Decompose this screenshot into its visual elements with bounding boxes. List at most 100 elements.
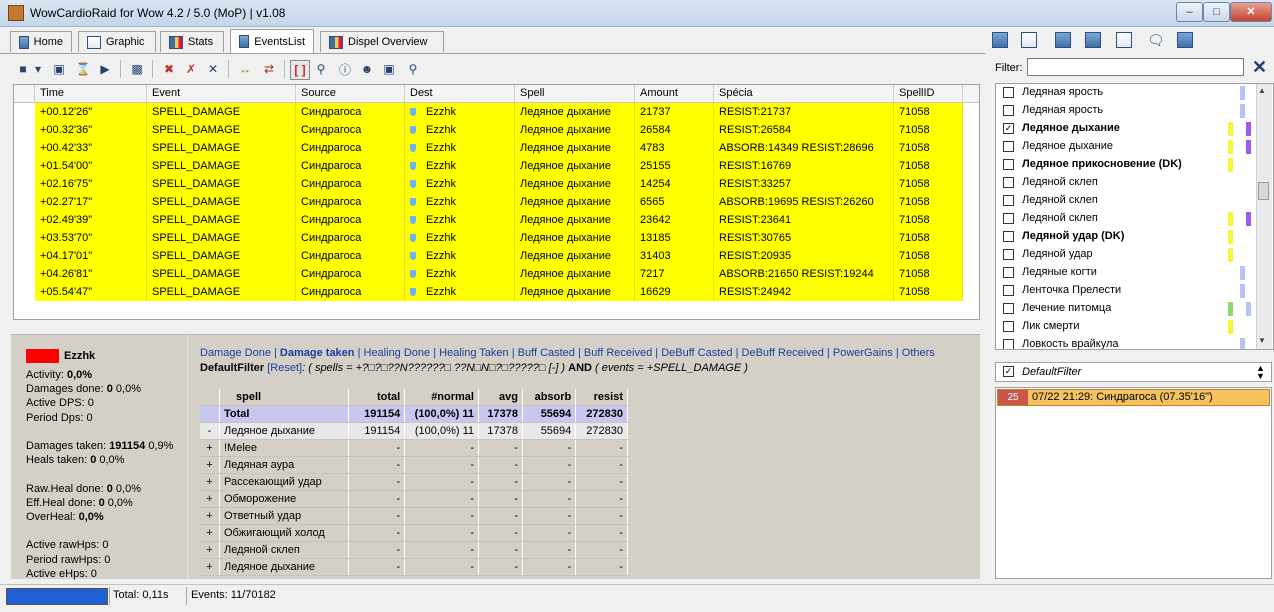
- column-header-normal[interactable]: #normal: [404, 389, 479, 406]
- brackets-icon[interactable]: [ ]: [290, 60, 310, 80]
- spell-checkbox[interactable]: [1003, 87, 1014, 98]
- link-buff-received[interactable]: Buff Received: [584, 347, 652, 359]
- expand-toggle[interactable]: +: [200, 541, 220, 559]
- table-row[interactable]: +02.27'17" SPELL_DAMAGE Синдрагоса Ezzhk Лед…: [14, 193, 979, 211]
- table-row[interactable]: +02.49'39" SPELL_DAMAGE Синдрагоса Ezzhk Лед…: [14, 211, 979, 229]
- expand-toggle[interactable]: +: [200, 558, 220, 576]
- table-row[interactable]: +04.17'01" SPELL_DAMAGE Синдрагоса Ezzhk Лед…: [14, 247, 979, 265]
- table-row[interactable]: +04.26'81" SPELL_DAMAGE Синдрагоса Ezzhk Лед…: [14, 265, 979, 283]
- column-header-dest[interactable]: Dest: [405, 85, 515, 102]
- list-view-icon[interactable]: [1055, 32, 1071, 48]
- spell-list-scrollbar[interactable]: [1256, 84, 1272, 349]
- spinner-icon[interactable]: ▲ ▼: [1256, 364, 1265, 381]
- spell-list-item[interactable]: Ледяной склеп: [996, 174, 1256, 192]
- column-header-event[interactable]: Event: [147, 85, 296, 102]
- link-damage-taken[interactable]: Damage taken: [280, 347, 355, 359]
- column-header-total[interactable]: total: [348, 389, 406, 406]
- link-others[interactable]: Others: [902, 347, 935, 359]
- spell-checkbox[interactable]: [1003, 267, 1014, 278]
- table-icon[interactable]: [1085, 32, 1101, 48]
- hourglass-icon[interactable]: ⌛: [74, 60, 92, 78]
- table-row[interactable]: + Ледяное дыхание - - - - -: [200, 558, 628, 576]
- scroll-down-icon[interactable]: ▼: [1258, 336, 1266, 345]
- expand-toggle[interactable]: +: [200, 439, 220, 457]
- maximize-button[interactable]: □: [1203, 2, 1230, 22]
- spell-list-item[interactable]: Ледяной удар: [996, 246, 1256, 264]
- tab-stats[interactable]: Stats: [160, 31, 224, 52]
- info-icon[interactable]: ⓘ: [336, 60, 354, 78]
- close-button[interactable]: ✕: [1230, 2, 1272, 22]
- spell-checkbox[interactable]: [1003, 321, 1014, 332]
- column-header-spell[interactable]: spell: [219, 389, 349, 406]
- link-healing-done[interactable]: Healing Done: [364, 347, 431, 359]
- table-row[interactable]: + Ответный удар - - - - -: [200, 507, 628, 525]
- spell-list-item[interactable]: Лик смерти: [996, 318, 1256, 336]
- tab-dispel-overview[interactable]: Dispel Overview: [320, 31, 444, 52]
- search-icon[interactable]: ⚲: [312, 60, 330, 78]
- column-header-spell[interactable]: Spell: [515, 85, 635, 102]
- expand-toggle[interactable]: +: [200, 524, 220, 542]
- link-debuff-received[interactable]: DeBuff Received: [742, 347, 824, 359]
- filter-clear-icon[interactable]: ✖: [160, 60, 178, 78]
- spell-checkbox[interactable]: [1003, 303, 1014, 314]
- expand-toggle[interactable]: +: [200, 456, 220, 474]
- table-row[interactable]: + Ледяная аура - - - - -: [200, 456, 628, 474]
- spell-checkbox[interactable]: [1003, 177, 1014, 188]
- spell-checkbox[interactable]: [1003, 141, 1014, 152]
- table-row[interactable]: + Обжигающий холод - - - - -: [200, 524, 628, 542]
- expand-toggle[interactable]: +: [200, 490, 220, 508]
- spell-list-item[interactable]: Ледяное прикосновение (DK): [996, 156, 1256, 174]
- table-row[interactable]: - Ледяное дыхание 191154 (100,0%) 11 17378 55…: [200, 422, 628, 440]
- spell-list-item[interactable]: Ледяные когти: [996, 264, 1256, 282]
- save-icon[interactable]: ■: [14, 60, 32, 78]
- table-row[interactable]: +03.53'70" SPELL_DAMAGE Синдрагоса Ezzhk Лед…: [14, 229, 979, 247]
- tab-home[interactable]: Home: [10, 31, 72, 52]
- spell-list-item[interactable]: Ледяной склеп: [996, 210, 1256, 228]
- minimize-button[interactable]: –: [1176, 2, 1203, 22]
- column-header-avg[interactable]: avg: [478, 389, 523, 406]
- column-header-special[interactable]: Spécia: [714, 85, 894, 102]
- spell-list-item[interactable]: Лечение питомца: [996, 300, 1256, 318]
- column-header-time[interactable]: Time: [35, 85, 147, 102]
- tab-events-list[interactable]: EventsList: [230, 29, 314, 53]
- table-row[interactable]: +00.32'36" SPELL_DAMAGE Синдрагоса Ezzhk Лед…: [14, 121, 979, 139]
- spell-list-item[interactable]: ✓ Ледяное дыхание: [996, 120, 1256, 138]
- column-header-amount[interactable]: Amount: [635, 85, 714, 102]
- link-healing-taken[interactable]: Healing Taken: [439, 347, 509, 359]
- export-icon[interactable]: ▩: [128, 60, 146, 78]
- user-filter-icon[interactable]: ☻: [358, 60, 376, 78]
- spell-list-item[interactable]: Ледяная ярость: [996, 102, 1256, 120]
- cross-icon[interactable]: ✕: [204, 60, 222, 78]
- image-icon[interactable]: [1021, 32, 1037, 48]
- spell-checkbox[interactable]: [1003, 213, 1014, 224]
- swap-icon[interactable]: ⇄: [260, 60, 278, 78]
- filter-preset-checkbox[interactable]: ✓: [1003, 366, 1014, 377]
- expand-toggle[interactable]: +: [200, 507, 220, 525]
- reset-link[interactable]: [Reset]: [267, 362, 302, 374]
- view-icon[interactable]: [992, 32, 1008, 48]
- link-buff-casted[interactable]: Buff Casted: [518, 347, 575, 359]
- collapse-toggle[interactable]: -: [200, 422, 220, 440]
- table-row[interactable]: +01.54'00" SPELL_DAMAGE Синдрагоса Ezzhk Лед…: [14, 157, 979, 175]
- spell-list-item[interactable]: Ленточка Прелести: [996, 282, 1256, 300]
- filter-remove-icon[interactable]: ✗: [182, 60, 200, 78]
- table-row[interactable]: + Ледяной склеп - - - - -: [200, 541, 628, 559]
- tab-graphic[interactable]: Graphic: [78, 31, 156, 52]
- table-row[interactable]: +02.16'75" SPELL_DAMAGE Синдрагоса Ezzhk Лед…: [14, 175, 979, 193]
- spell-list-item[interactable]: Ледяной склеп: [996, 192, 1256, 210]
- clear-filter-icon[interactable]: ✕: [1252, 57, 1267, 78]
- spell-checkbox[interactable]: [1003, 249, 1014, 260]
- scroll-up-icon[interactable]: ▲: [1258, 86, 1266, 95]
- spell-filter-input[interactable]: [1027, 58, 1244, 76]
- saved-event-item[interactable]: 25 07/22 21:29: Синдрагоса (07.35'16"): [997, 389, 1270, 406]
- table-row[interactable]: + Рассекающий удар - - - - -: [200, 473, 628, 491]
- link-damage-done[interactable]: Damage Done: [200, 347, 271, 359]
- spell-checkbox[interactable]: [1003, 339, 1014, 349]
- table-row[interactable]: +05.54'47" SPELL_DAMAGE Синдрагоса Ezzhk Лед…: [14, 283, 979, 301]
- column-header-spellid[interactable]: SpellID: [894, 85, 963, 102]
- table-row[interactable]: + Обморожение - - - - -: [200, 490, 628, 508]
- chat-icon[interactable]: 🗨: [1147, 32, 1165, 48]
- spell-checkbox[interactable]: [1003, 159, 1014, 170]
- link-powergains[interactable]: PowerGains: [833, 347, 893, 359]
- column-header-absorb[interactable]: absorb: [522, 389, 577, 406]
